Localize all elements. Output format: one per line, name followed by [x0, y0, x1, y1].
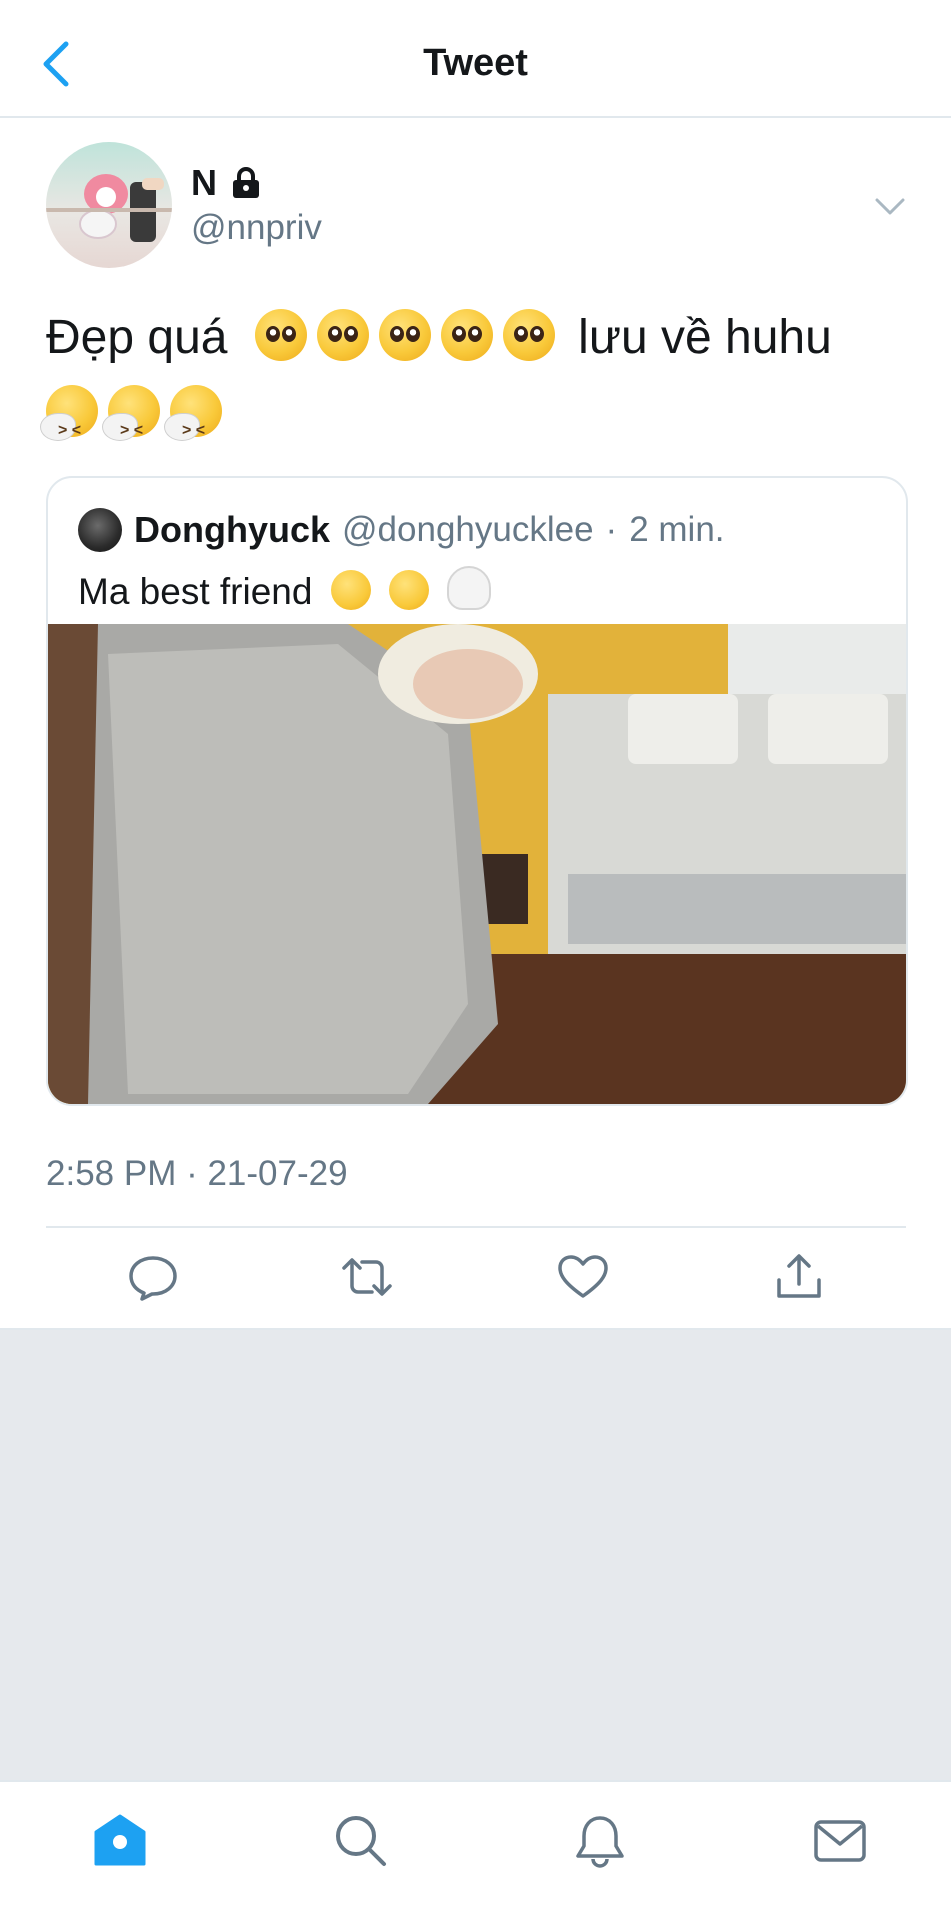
- pleading-face-emoji-icon: [378, 309, 431, 361]
- quoted-tweet-time: 2 min.: [629, 510, 725, 549]
- home-icon[interactable]: [92, 1812, 148, 1868]
- search-icon[interactable]: [332, 1812, 388, 1868]
- messages-icon[interactable]: [812, 1812, 868, 1868]
- share-icon[interactable]: [772, 1252, 826, 1302]
- sneezing-face-emoji-icon: [40, 385, 98, 469]
- top-bar: Tweet: [0, 0, 951, 118]
- quoted-tweet-card[interactable]: Donghyuck @donghyucklee · 2 min. Ma best…: [46, 476, 908, 1106]
- ghost-emoji-icon: [447, 566, 492, 610]
- quoted-author-handle: @donghyucklee: [342, 510, 594, 549]
- divider: [46, 1226, 906, 1228]
- quoted-tweet-text: Ma best friend: [78, 571, 313, 612]
- pleading-face-emoji-icon: [254, 309, 307, 361]
- author-handle[interactable]: @nnpriv: [191, 208, 322, 248]
- tweet-detail-screen: Tweet N @nnpriv Đẹp quá lưu về huhu > <>…: [0, 0, 951, 1920]
- tweet-text-part2: lưu về huhu: [578, 311, 832, 364]
- pleading-face-emoji-icon: [502, 309, 555, 361]
- like-icon[interactable]: [556, 1252, 610, 1302]
- tweet-timestamp: 2:58 PM · 21-07-29: [46, 1154, 348, 1193]
- quoted-tweet-photo[interactable]: [48, 624, 906, 1104]
- bottom-tab-bar: [0, 1780, 951, 1920]
- lock-icon: [233, 167, 259, 198]
- author-display-name[interactable]: N: [191, 162, 217, 204]
- sneezing-face-emoji-icon: [102, 385, 160, 469]
- tweet-text: Đẹp quá lưu về huhu: [40, 300, 906, 469]
- quoted-tweet-header: Donghyuck @donghyucklee · 2 min.: [78, 506, 725, 554]
- tweet-text-part1: Đẹp quá: [46, 311, 228, 364]
- avatar-illustration: [46, 174, 172, 242]
- author-avatar[interactable]: [46, 142, 172, 268]
- retweet-icon[interactable]: [340, 1252, 394, 1302]
- quoted-author-avatar: [78, 508, 122, 552]
- sneezing-face-emoji-icon: [164, 385, 222, 469]
- author-name-row: N: [191, 160, 263, 206]
- notifications-icon[interactable]: [572, 1812, 628, 1868]
- photo-illustration: [48, 624, 906, 1104]
- pleading-face-emoji-icon: [440, 309, 493, 361]
- quoted-author-name: Donghyuck: [134, 509, 331, 550]
- kissing-face-emoji-icon: [330, 570, 371, 610]
- pleading-face-emoji-icon: [316, 309, 369, 361]
- chevron-down-icon[interactable]: [874, 190, 906, 224]
- reply-icon[interactable]: [126, 1252, 180, 1302]
- quoted-tweet-text-row: Ma best friend: [78, 566, 492, 613]
- smirking-face-emoji-icon: [389, 570, 430, 610]
- empty-replies-area: [0, 1328, 951, 1782]
- page-title: Tweet: [423, 42, 528, 84]
- separator-dot: ·: [605, 510, 618, 549]
